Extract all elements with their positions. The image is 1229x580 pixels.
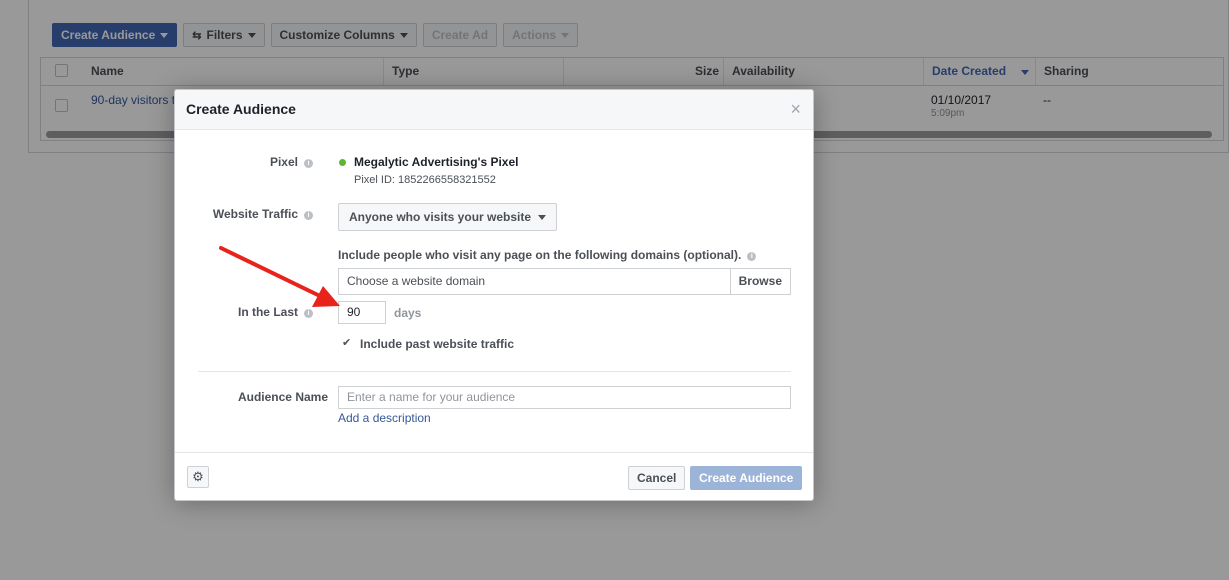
annotation-arrow-icon [219,246,340,307]
